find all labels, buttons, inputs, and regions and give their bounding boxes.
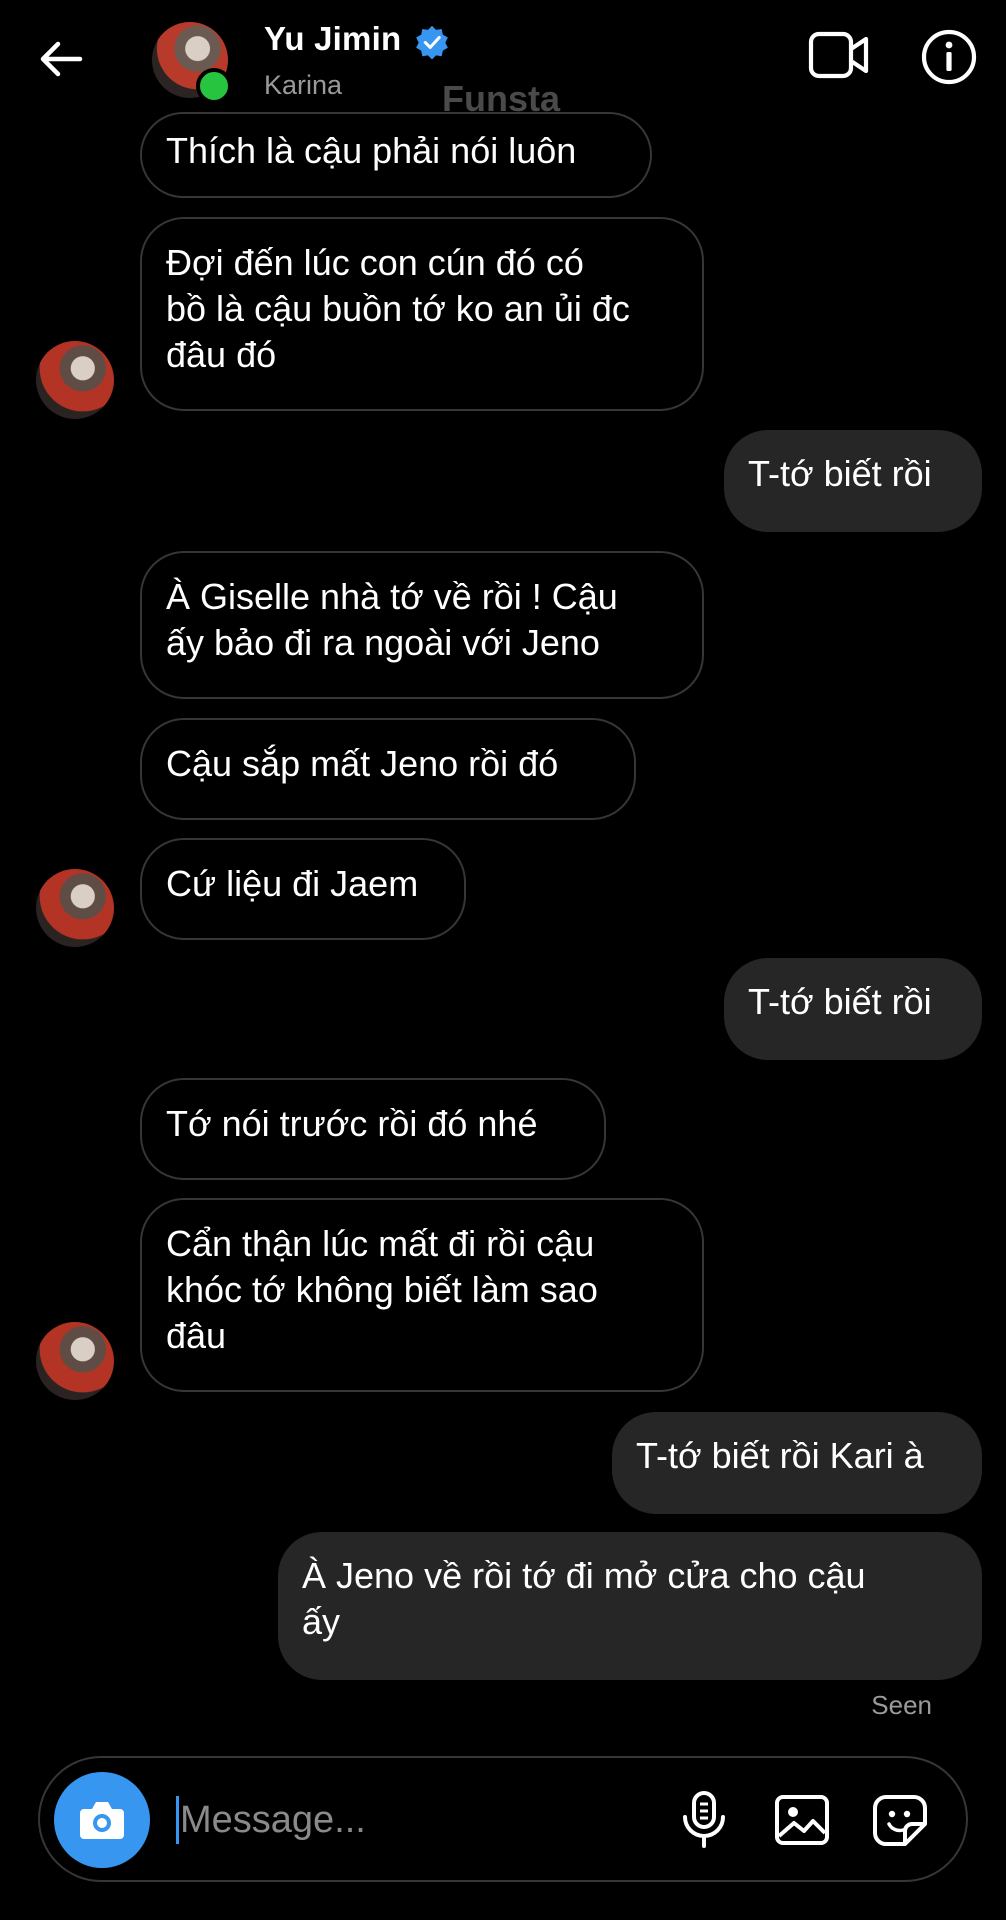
camera-button[interactable] xyxy=(54,1772,150,1868)
message-bubble-received[interactable]: Thích là cậu phải nói luôn xyxy=(140,112,652,198)
message-bubble-received[interactable]: À Giselle nhà tớ về rồi ! Cậu ấy bảo đi … xyxy=(140,551,704,699)
message-bubble-received[interactable]: Tớ nói trước rồi đó nhé xyxy=(140,1078,606,1180)
message-bubble-sent[interactable]: T-tớ biết rồi xyxy=(724,430,982,532)
gallery-button[interactable] xyxy=(774,1790,830,1850)
sticker-button[interactable] xyxy=(872,1790,928,1850)
info-button[interactable] xyxy=(920,28,978,86)
contact-username: Karina xyxy=(264,70,343,100)
online-status-dot xyxy=(196,68,232,104)
info-icon xyxy=(921,29,977,85)
message-bubble-sent[interactable]: À Jeno về rồi tớ đi mở cửa cho cậu ấy xyxy=(278,1532,982,1680)
contact-name[interactable]: Yu Jimin xyxy=(264,20,401,58)
verified-icon xyxy=(416,25,448,60)
back-button[interactable] xyxy=(36,34,86,84)
sticker-icon xyxy=(873,1795,927,1846)
message-input[interactable] xyxy=(176,1792,650,1848)
back-arrow-icon xyxy=(40,41,83,77)
sender-avatar[interactable] xyxy=(36,1322,114,1400)
message-bubble-received[interactable]: Cậu sắp mất Jeno rồi đó xyxy=(140,718,636,820)
sender-avatar[interactable] xyxy=(36,869,114,947)
camera-icon xyxy=(80,1802,124,1839)
voice-message-button[interactable] xyxy=(676,1790,732,1850)
chat-header: Yu Jimin Karina Funsta xyxy=(0,0,1006,120)
message-bubble-received[interactable]: Cẩn thận lúc mất đi rồi cậu khóc tớ khôn… xyxy=(140,1198,704,1392)
message-bubble-sent[interactable]: T-tớ biết rồi Kari à xyxy=(612,1412,982,1514)
gallery-icon xyxy=(775,1795,829,1845)
message-bubble-received[interactable]: Đợi đến lúc con cún đó có bồ là cậu buồn… xyxy=(140,217,704,411)
seen-status: Seen xyxy=(871,1690,932,1720)
video-call-button[interactable] xyxy=(808,30,870,80)
message-bubble-sent[interactable]: T-tớ biết rồi xyxy=(724,958,982,1060)
video-call-icon xyxy=(808,31,869,79)
microphone-icon xyxy=(683,1791,725,1848)
message-bubble-received[interactable]: Cứ liệu đi Jaem xyxy=(140,838,466,940)
sender-avatar[interactable] xyxy=(36,341,114,419)
